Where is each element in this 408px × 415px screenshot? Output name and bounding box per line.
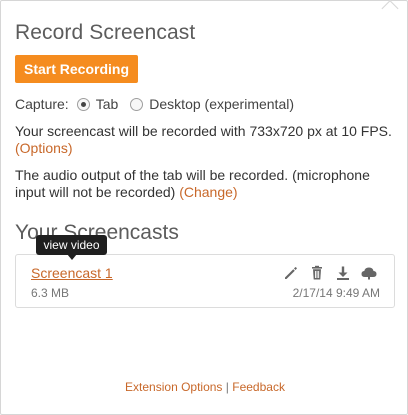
screencast-actions bbox=[282, 264, 378, 282]
download-icon[interactable] bbox=[334, 264, 352, 282]
footer-separator: | bbox=[225, 380, 229, 394]
tooltip-text: view video bbox=[43, 238, 100, 252]
resolution-info: Your screencast will be recorded with 73… bbox=[15, 123, 400, 157]
radio-desktop[interactable] bbox=[130, 97, 144, 111]
page-title: Record Screencast bbox=[15, 21, 196, 44]
popup-panel: Record Screencast Start Recording Captur… bbox=[0, 0, 408, 415]
screencast-name-link[interactable]: Screencast 1 bbox=[31, 265, 113, 281]
popup-notch bbox=[381, 0, 399, 17]
capture-option-tab-label: Tab bbox=[95, 96, 119, 112]
capture-label: Capture: bbox=[15, 96, 69, 112]
tooltip-tail bbox=[67, 254, 77, 260]
radio-selected-dot bbox=[80, 101, 86, 107]
capture-option-desktop[interactable]: Desktop (experimental) bbox=[130, 96, 294, 112]
capture-option-tab[interactable]: Tab bbox=[76, 96, 119, 112]
edit-icon[interactable] bbox=[282, 264, 300, 282]
capture-selector: Capture: Tab Desktop (experimental) bbox=[15, 95, 306, 113]
radio-tab[interactable] bbox=[76, 97, 90, 111]
screencast-size: 6.3 MB bbox=[31, 286, 70, 300]
screencast-item: Screencast 1 6.3 MB 2/17/14 9:49 AM bbox=[15, 254, 395, 308]
options-link[interactable]: (Options) bbox=[15, 140, 73, 156]
start-recording-button[interactable]: Start Recording bbox=[15, 55, 138, 83]
change-link[interactable]: (Change) bbox=[179, 184, 237, 200]
feedback-link[interactable]: Feedback bbox=[232, 380, 285, 394]
trash-icon[interactable] bbox=[308, 264, 326, 282]
resolution-text: Your screencast will be recorded with 73… bbox=[15, 123, 392, 139]
upload-icon[interactable] bbox=[360, 264, 378, 282]
audio-info: The audio output of the tab will be reco… bbox=[15, 167, 400, 201]
screencast-date: 2/17/14 9:49 AM bbox=[292, 286, 380, 300]
extension-options-link[interactable]: Extension Options bbox=[125, 380, 222, 394]
view-video-tooltip: view video bbox=[36, 235, 107, 260]
capture-option-desktop-label: Desktop (experimental) bbox=[149, 96, 295, 112]
footer: Extension Options | Feedback bbox=[1, 380, 408, 394]
